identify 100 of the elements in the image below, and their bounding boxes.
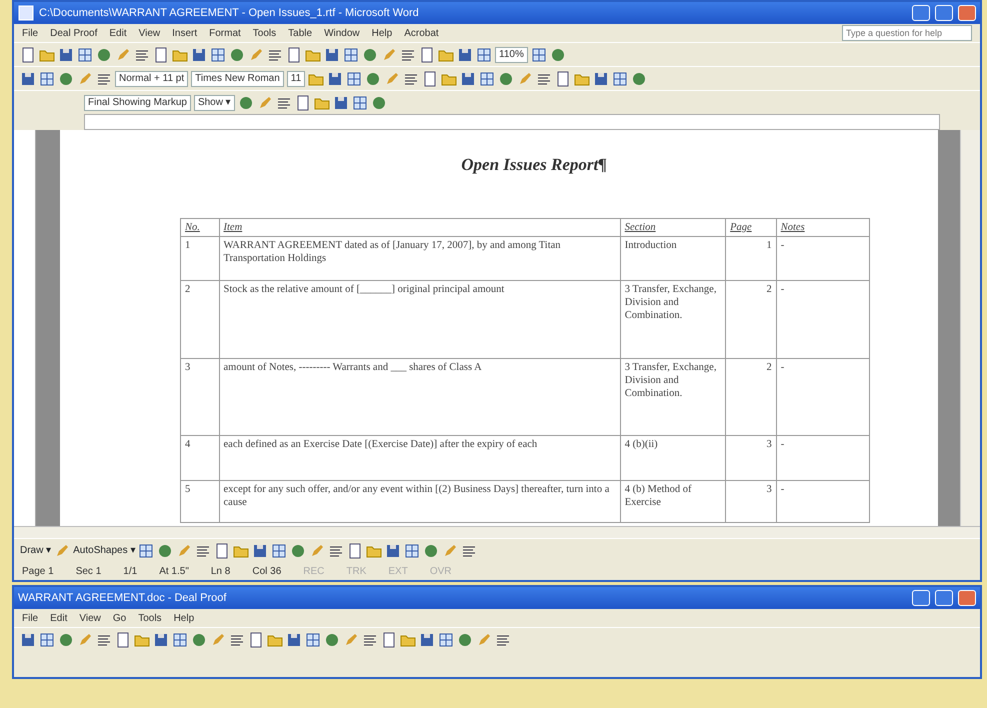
circle-icon[interactable] [362,46,378,62]
style-box[interactable]: Normal + 11 pt [115,70,188,86]
circle-icon[interactable] [229,46,245,62]
document-title: Open Issues Report¶ [460,154,608,176]
column-header: Notes [776,218,870,236]
autoshapes-menu[interactable]: AutoShapes ▾ [73,543,136,558]
menu-item[interactable]: Go [112,610,126,626]
size-box[interactable]: 11 [286,70,306,86]
grid-icon[interactable] [39,632,55,648]
grid-icon[interactable] [271,542,288,558]
vertical-scrollbar[interactable] [960,130,980,526]
markup-box[interactable]: Final Showing Markup [84,94,191,110]
table-cell: 3 [726,435,776,480]
circle-icon[interactable] [191,632,207,648]
menu-item[interactable]: Help [174,610,194,626]
horizontal-scrollbar[interactable] [14,526,980,538]
column-header: Section [620,218,726,236]
close-button[interactable] [958,590,976,606]
menu-item[interactable]: Edit [50,610,68,626]
grid-icon[interactable] [476,46,492,62]
minimize-button[interactable] [912,5,930,21]
page-icon[interactable] [555,70,572,86]
page-icon[interactable] [20,46,36,62]
grid-icon[interactable] [39,70,55,86]
status-item: Page 1 [22,564,54,578]
table-cell: 2 [180,280,219,358]
table-cell: 3 Transfer, Exchange, Division and Combination. [620,358,726,436]
maximize-button[interactable] [935,5,953,21]
page-icon[interactable] [294,94,311,110]
grid-icon[interactable] [172,632,188,648]
show-menu[interactable]: Show ▾ [194,94,235,110]
page-icon[interactable] [248,632,264,648]
circle-icon[interactable] [96,46,112,62]
menu-item[interactable]: Insert [172,26,198,40]
menu-item[interactable]: File [22,610,38,626]
circle-icon[interactable] [631,70,648,86]
status-item: REC [303,564,324,578]
menu-item[interactable]: Table [288,26,312,40]
table-cell: - [776,480,870,522]
status-item: 1/1 [123,564,138,578]
menu-item[interactable]: Window [324,26,360,40]
grid-icon[interactable] [77,46,93,62]
menu-item[interactable]: View [79,610,101,626]
menu-item[interactable]: Acrobat [404,26,439,40]
page-icon[interactable] [347,542,364,558]
status-item: TRK [346,564,366,578]
help-field[interactable]: Type a question for help [842,25,972,41]
circle-icon[interactable] [457,632,473,648]
draw-menu[interactable]: Draw ▾ [20,543,52,558]
menu-item[interactable]: Format [209,26,241,40]
grid-icon[interactable] [210,46,226,62]
menu-item[interactable]: File [22,26,38,40]
page-icon[interactable] [153,46,169,62]
circle-icon[interactable] [58,70,74,86]
page-icon[interactable] [419,46,435,62]
grid-icon[interactable] [404,542,420,558]
circle-icon[interactable] [238,94,254,110]
table-cell: - [776,280,870,358]
grid-icon[interactable] [346,70,362,86]
table-cell: 3 Transfer, Exchange, Division and Combination. [620,280,726,358]
menu-item[interactable]: Help [372,26,392,40]
close-button[interactable] [958,5,976,21]
menu-item[interactable]: Edit [109,26,127,40]
table-cell: WARRANT AGREEMENT dated as of [January 17, 2007], by and among Titan Transportation Holdings [219,236,620,280]
status-item: Sec 1 [76,564,102,578]
page-icon[interactable] [422,70,438,86]
grid-icon[interactable] [343,46,359,62]
circle-icon[interactable] [550,46,566,62]
grid-icon[interactable] [438,632,454,648]
font-box[interactable]: Times New Roman [191,70,284,86]
grid-icon[interactable] [612,70,628,86]
grid-icon[interactable] [352,94,368,110]
menu-item[interactable]: View [138,26,160,40]
table-cell: 2 [726,358,776,436]
menu-item[interactable]: Tools [252,26,276,40]
status-item: At 1.5" [159,564,189,578]
circle-icon[interactable] [423,542,440,558]
circle-icon[interactable] [498,70,514,86]
table-cell: 4 [180,435,219,480]
circle-icon[interactable] [370,94,387,110]
grid-icon[interactable] [305,632,321,648]
minimize-button[interactable] [912,590,930,606]
circle-icon[interactable] [324,632,340,648]
zoom-box[interactable]: 110% [495,46,528,62]
menu-item[interactable]: Tools [138,610,162,626]
page-icon[interactable] [115,632,131,648]
circle-icon[interactable] [290,542,306,558]
circle-icon[interactable] [58,632,74,648]
grid-icon[interactable] [530,46,547,62]
menu-item[interactable]: Deal Proof [50,26,98,40]
page-icon[interactable] [286,46,302,62]
circle-icon[interactable] [365,70,382,86]
maximize-button[interactable] [935,590,953,606]
page-icon[interactable] [381,632,397,648]
table-cell: - [776,358,870,436]
grid-icon[interactable] [138,542,154,558]
grid-icon[interactable] [479,70,496,86]
page-icon[interactable] [214,542,230,558]
circle-icon[interactable] [157,542,174,558]
table-cell: except for any such offer, and/or any event within [(2) Business Days] thereafter, turn into a cause [219,480,620,522]
